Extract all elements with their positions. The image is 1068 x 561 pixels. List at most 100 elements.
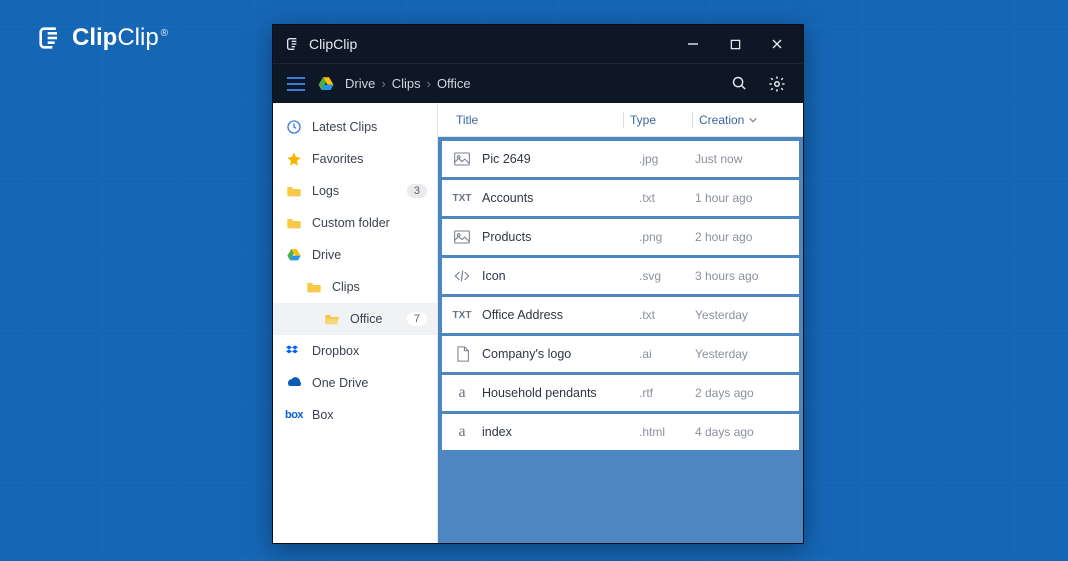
file-date: 3 hours ago — [695, 269, 791, 283]
folder-icon — [305, 278, 323, 296]
file-title: Company's logo — [474, 347, 639, 361]
logo-text-light: Clip — [117, 24, 158, 51]
list-item[interactable]: Pic 2649 .jpg Just now — [442, 141, 799, 177]
txt-icon: TXT — [450, 193, 474, 204]
sidebar-item-custom-folder[interactable]: Custom folder — [273, 207, 437, 239]
file-date: 4 days ago — [695, 425, 791, 439]
sidebar-item-label: Custom folder — [312, 216, 390, 230]
breadcrumb-2[interactable]: Office — [437, 76, 471, 91]
maximize-button[interactable] — [715, 29, 755, 59]
file-type: .ai — [639, 347, 695, 361]
col-creation[interactable]: Creation — [699, 113, 795, 127]
col-type[interactable]: Type — [630, 113, 686, 127]
sidebar-item-label: Drive — [312, 248, 341, 262]
sidebar: Latest Clips Favorites Logs 3 Custom fol… — [273, 103, 437, 543]
sidebar-item-office[interactable]: Office 7 — [273, 303, 437, 335]
file-date: 2 hour ago — [695, 230, 791, 244]
main-panel: Title Type Creation Pic 2649 .jpg Just n… — [437, 103, 803, 543]
star-icon — [285, 150, 303, 168]
google-drive-icon — [285, 246, 303, 264]
breadcrumb: Drive › Clips › Office — [345, 76, 471, 91]
serif-a-icon: a — [450, 384, 474, 402]
box-icon: box — [285, 406, 303, 424]
breadcrumb-0[interactable]: Drive — [345, 76, 375, 91]
sidebar-item-label: Clips — [332, 280, 360, 294]
txt-icon: TXT — [450, 310, 474, 321]
file-date: Yesterday — [695, 347, 791, 361]
list-header: Title Type Creation — [438, 103, 803, 137]
image-icon — [450, 230, 474, 244]
titlebar[interactable]: ClipClip — [273, 25, 803, 63]
page-logo: ClipClip® — [36, 24, 168, 52]
file-date: Yesterday — [695, 308, 791, 322]
sidebar-item-dropbox[interactable]: Dropbox — [273, 335, 437, 367]
list-item[interactable]: Products .png 2 hour ago — [442, 219, 799, 255]
chevron-right-icon: › — [381, 76, 385, 91]
clock-icon — [285, 118, 303, 136]
folder-open-icon — [323, 310, 341, 328]
sidebar-item-logs[interactable]: Logs 3 — [273, 175, 437, 207]
file-icon — [450, 346, 474, 362]
sidebar-item-label: Dropbox — [312, 344, 359, 358]
file-type: .txt — [639, 191, 695, 205]
file-type: .txt — [639, 308, 695, 322]
app-window: ClipClip Drive › Clips › Office — [272, 24, 804, 544]
list-item[interactable]: TXT Accounts .txt 1 hour ago — [442, 180, 799, 216]
file-date: Just now — [695, 152, 791, 166]
toolbar: Drive › Clips › Office — [273, 63, 803, 103]
file-title: Household pendants — [474, 386, 639, 400]
folder-icon — [285, 182, 303, 200]
gear-icon[interactable] — [763, 70, 791, 98]
sidebar-item-label: Office — [350, 312, 382, 326]
sidebar-item-drive[interactable]: Drive — [273, 239, 437, 271]
col-title[interactable]: Title — [446, 113, 617, 127]
count-badge: 7 — [407, 312, 427, 326]
file-title: Products — [474, 230, 639, 244]
file-title: Icon — [474, 269, 639, 283]
list-item[interactable]: Company's logo .ai Yesterday — [442, 336, 799, 372]
sidebar-item-label: Box — [312, 408, 334, 422]
sidebar-item-label: Latest Clips — [312, 120, 377, 134]
sidebar-item-box[interactable]: box Box — [273, 399, 437, 431]
breadcrumb-1[interactable]: Clips — [392, 76, 421, 91]
close-button[interactable] — [757, 29, 797, 59]
sidebar-item-latest-clips[interactable]: Latest Clips — [273, 111, 437, 143]
minimize-button[interactable] — [673, 29, 713, 59]
chevron-down-icon — [748, 115, 758, 125]
folder-icon — [285, 214, 303, 232]
file-date: 1 hour ago — [695, 191, 791, 205]
drive-breadcrumb-icon — [317, 75, 335, 93]
file-title: Accounts — [474, 191, 639, 205]
list-item[interactable]: TXT Office Address .txt Yesterday — [442, 297, 799, 333]
sidebar-item-clips[interactable]: Clips — [273, 271, 437, 303]
file-title: index — [474, 425, 639, 439]
serif-a-icon: a — [450, 423, 474, 441]
file-type: .rtf — [639, 386, 695, 400]
file-list: Pic 2649 .jpg Just now TXT Accounts .txt… — [438, 137, 803, 543]
count-badge: 3 — [407, 184, 427, 198]
list-item[interactable]: a Household pendants .rtf 2 days ago — [442, 375, 799, 411]
onedrive-icon — [285, 374, 303, 392]
code-icon — [450, 269, 474, 283]
list-item[interactable]: Icon .svg 3 hours ago — [442, 258, 799, 294]
file-title: Office Address — [474, 308, 639, 322]
file-date: 2 days ago — [695, 386, 791, 400]
chevron-right-icon: › — [427, 76, 431, 91]
file-type: .html — [639, 425, 695, 439]
menu-icon[interactable] — [285, 73, 307, 95]
image-icon — [450, 152, 474, 166]
file-title: Pic 2649 — [474, 152, 639, 166]
search-icon[interactable] — [725, 70, 753, 98]
list-item[interactable]: a index .html 4 days ago — [442, 414, 799, 450]
logo-reg-mark: ® — [161, 28, 168, 39]
sidebar-item-label: One Drive — [312, 376, 368, 390]
logo-text-bold: Clip — [72, 24, 117, 51]
sidebar-item-onedrive[interactable]: One Drive — [273, 367, 437, 399]
app-icon — [285, 36, 301, 52]
file-type: .jpg — [639, 152, 695, 166]
sidebar-item-label: Favorites — [312, 152, 363, 166]
sidebar-item-favorites[interactable]: Favorites — [273, 143, 437, 175]
file-type: .svg — [639, 269, 695, 283]
sidebar-item-label: Logs — [312, 184, 339, 198]
app-title: ClipClip — [309, 36, 357, 52]
